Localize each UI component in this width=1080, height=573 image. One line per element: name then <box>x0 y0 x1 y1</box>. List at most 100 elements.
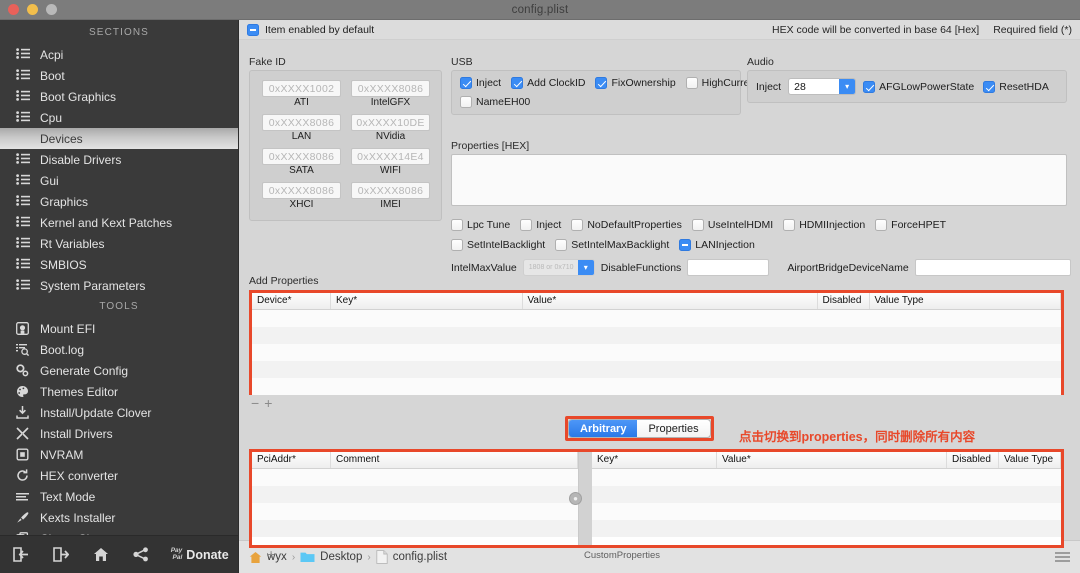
usb-checkbox-inject-box[interactable] <box>460 77 472 89</box>
sidebar-item-boot-log[interactable]: Boot.log <box>0 339 238 360</box>
table-row[interactable] <box>252 327 1061 344</box>
column-header-device[interactable]: Device* <box>252 293 331 309</box>
table-row[interactable] <box>592 469 1061 486</box>
properties-hex-textarea[interactable] <box>451 154 1067 206</box>
column-header-disabled[interactable]: Disabled <box>818 293 870 309</box>
hamburger-icon[interactable] <box>1055 552 1070 562</box>
table-row[interactable] <box>252 486 578 503</box>
flag-inject-box[interactable] <box>520 219 532 231</box>
flag-setintelmaxbacklight-box[interactable] <box>555 239 567 251</box>
sidebar-item-system-parameters[interactable]: System Parameters <box>0 275 238 296</box>
table-row[interactable] <box>252 344 1061 361</box>
usb-checkbox-add-clockid[interactable]: Add ClockID <box>511 77 585 89</box>
flag-laninjection[interactable]: LANInjection <box>679 239 755 251</box>
arbitrary-table[interactable]: PciAddr*Comment Key*Value*DisabledValue … <box>249 449 1064 548</box>
usb-checkbox-add-clockid-box[interactable] <box>511 77 523 89</box>
flag-useintelhdmi[interactable]: UseIntelHDMI <box>692 219 773 231</box>
home-button[interactable] <box>81 547 121 562</box>
flag-useintelhdmi-box[interactable] <box>692 219 704 231</box>
fake-id-input-lan[interactable]: 0xXXXX8086 <box>262 114 341 131</box>
usb-checkbox-highcurrent-box[interactable] <box>686 77 698 89</box>
table-row[interactable] <box>252 378 1061 395</box>
breadcrumb-item-config-plist[interactable]: config.plist <box>393 551 447 563</box>
sidebar-item-themes-editor[interactable]: Themes Editor <box>0 381 238 402</box>
flag-nodefaultproperties[interactable]: NoDefaultProperties <box>571 219 682 231</box>
fake-id-input-wifi[interactable]: 0xXXXX14E4 <box>351 148 430 165</box>
flag-forcehpet[interactable]: ForceHPET <box>875 219 946 231</box>
fake-id-input-sata[interactable]: 0xXXXX8086 <box>262 148 341 165</box>
usb-checkbox-nameeh00[interactable]: NameEH00 <box>460 96 530 108</box>
segment-arbitrary[interactable]: Arbitrary <box>569 420 637 437</box>
usb-checkbox-inject[interactable]: Inject <box>460 77 501 89</box>
flag-setintelmaxbacklight[interactable]: SetIntelMaxBacklight <box>555 239 669 251</box>
column-header-pciaddr[interactable]: PciAddr* <box>252 452 331 468</box>
audio-checkbox-resethda[interactable]: ResetHDA <box>983 81 1049 93</box>
sidebar-item-devices[interactable]: Devices <box>0 128 238 149</box>
splitter-knob-icon[interactable]: ● <box>569 492 582 505</box>
import-button[interactable] <box>0 547 40 562</box>
fake-id-input-intelgfx[interactable]: 0xXXXX8086 <box>351 80 430 97</box>
sidebar-item-boot-graphics[interactable]: Boot Graphics <box>0 86 238 107</box>
breadcrumb[interactable]: wyx›Desktop›config.plist <box>249 550 447 564</box>
audio-checkbox-afglowpowerstate[interactable]: AFGLowPowerState <box>863 81 974 93</box>
column-header-disabled[interactable]: Disabled <box>947 452 999 468</box>
usb-checkbox-nameeh00-box[interactable] <box>460 96 472 108</box>
audio-inject-select[interactable]: 28 ▾ <box>788 78 856 95</box>
sidebar-item-mount-efi[interactable]: Mount EFI <box>0 318 238 339</box>
table-row[interactable] <box>252 310 1061 327</box>
add-properties-table[interactable]: Device*Key*Value*DisabledValue Type <box>249 290 1064 395</box>
sidebar-item-install-drivers[interactable]: Install Drivers <box>0 423 238 444</box>
remove-row-button[interactable]: − <box>251 398 259 408</box>
table-row[interactable] <box>252 503 578 520</box>
column-header-value[interactable]: Value* <box>523 293 818 309</box>
sidebar-item-gui[interactable]: Gui <box>0 170 238 191</box>
usb-checkbox-fixownership[interactable]: FixOwnership <box>595 77 675 89</box>
sidebar-item-cpu[interactable]: Cpu <box>0 107 238 128</box>
table-row[interactable] <box>592 486 1061 503</box>
usb-checkbox-fixownership-box[interactable] <box>595 77 607 89</box>
flag-lpc-tune[interactable]: Lpc Tune <box>451 219 510 231</box>
segment-properties[interactable]: Properties <box>637 420 709 437</box>
arbitrary-right-rows[interactable] <box>592 469 1061 545</box>
flag-lpc-tune-box[interactable] <box>451 219 463 231</box>
column-header-value-type[interactable]: Value Type <box>999 452 1061 468</box>
sidebar-item-kernel-and-kext-patches[interactable]: Kernel and Kext Patches <box>0 212 238 233</box>
sidebar-item-clover-cloner[interactable]: Clover Cloner <box>0 528 238 535</box>
arbitrary-left-rows[interactable] <box>252 469 578 545</box>
column-header-value[interactable]: Value* <box>717 452 947 468</box>
arbitrary-add-row-button[interactable]: + <box>267 549 275 559</box>
flag-laninjection-box[interactable] <box>679 239 691 251</box>
fake-id-input-ati[interactable]: 0xXXXX1002 <box>262 80 341 97</box>
sidebar-item-nvram[interactable]: NVRAM <box>0 444 238 465</box>
table-row[interactable] <box>252 469 578 486</box>
fake-id-input-xhci[interactable]: 0xXXXX8086 <box>262 182 341 199</box>
audio-checkbox-resethda-box[interactable] <box>983 81 995 93</box>
share-button[interactable] <box>121 547 161 562</box>
sidebar-item-kexts-installer[interactable]: Kexts Installer <box>0 507 238 528</box>
sidebar-item-generate-config[interactable]: Generate Config <box>0 360 238 381</box>
table-row[interactable] <box>252 361 1061 378</box>
sidebar-item-graphics[interactable]: Graphics <box>0 191 238 212</box>
flag-setintelbacklight-box[interactable] <box>451 239 463 251</box>
flag-hdmiinjection-box[interactable] <box>783 219 795 231</box>
column-header-value-type[interactable]: Value Type <box>870 293 1062 309</box>
table-row[interactable] <box>252 520 578 537</box>
add-row-button[interactable]: + <box>264 398 272 408</box>
breadcrumb-item-desktop[interactable]: Desktop <box>320 551 362 563</box>
table-row[interactable] <box>592 520 1061 537</box>
table-row[interactable] <box>592 503 1061 520</box>
flag-nodefaultproperties-box[interactable] <box>571 219 583 231</box>
fake-id-input-nvidia[interactable]: 0xXXXX10DE <box>351 114 430 131</box>
disable-functions-input[interactable] <box>687 259 769 276</box>
sidebar-scroll[interactable]: SECTIONS AcpiBootBoot GraphicsCpuDevices… <box>0 20 238 535</box>
export-button[interactable] <box>40 547 80 562</box>
audio-checkbox-afglowpowerstate-box[interactable] <box>863 81 875 93</box>
flag-inject[interactable]: Inject <box>520 219 561 231</box>
airport-bridge-input[interactable] <box>915 259 1071 276</box>
sidebar-item-smbios[interactable]: SMBIOS <box>0 254 238 275</box>
column-header-key[interactable]: Key* <box>331 293 523 309</box>
flag-hdmiinjection[interactable]: HDMIInjection <box>783 219 865 231</box>
flag-setintelbacklight[interactable]: SetIntelBacklight <box>451 239 545 251</box>
column-header-key[interactable]: Key* <box>592 452 717 468</box>
add-properties-rows[interactable] <box>252 310 1061 395</box>
